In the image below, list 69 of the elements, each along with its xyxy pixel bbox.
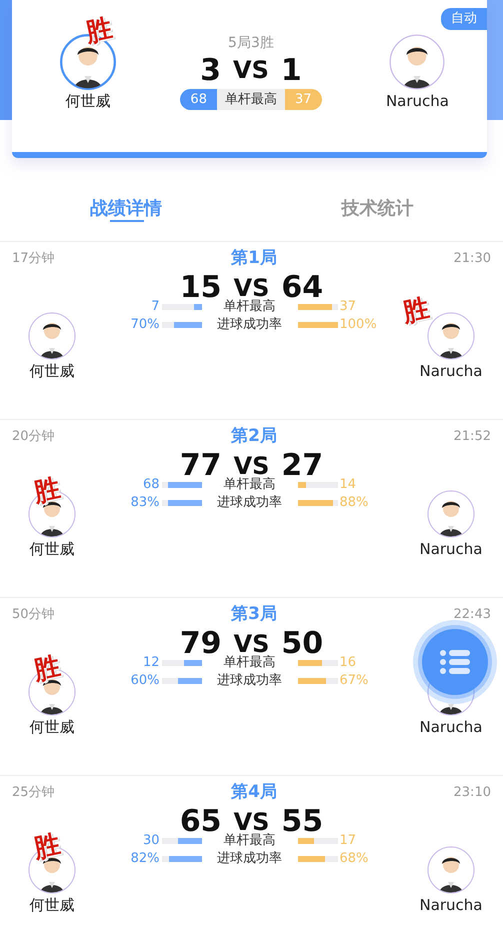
stat-value: 7 bbox=[150, 298, 160, 316]
game-title: 第2局 bbox=[231, 425, 277, 448]
score: 77 bbox=[180, 448, 222, 484]
player-name: 何世威 bbox=[66, 91, 110, 112]
score: 65 bbox=[180, 804, 222, 840]
best-break-value: 37 bbox=[284, 88, 322, 110]
best-break-value: 68 bbox=[180, 88, 217, 110]
stat-label: 进球成功率 bbox=[216, 850, 283, 868]
stat-label: 进球成功率 bbox=[216, 494, 283, 512]
game-title: 第4局 bbox=[231, 781, 277, 804]
match-format: 5局3胜 bbox=[228, 34, 274, 53]
game-time: 23:10 bbox=[454, 784, 491, 802]
stat-value: 68% bbox=[338, 850, 370, 868]
stat-value: 68 bbox=[142, 476, 160, 494]
stat-label: 单杆最高 bbox=[222, 654, 276, 672]
game-duration: 25分钟 bbox=[12, 784, 55, 802]
stat-value: 12 bbox=[142, 654, 160, 672]
player-name: 何世威 bbox=[30, 895, 74, 916]
win-label: 胜 bbox=[32, 476, 62, 506]
score: 55 bbox=[281, 804, 324, 840]
stat-value: 14 bbox=[338, 476, 358, 494]
stat-label: 单杆最高 bbox=[222, 832, 276, 850]
score: 15 bbox=[180, 270, 222, 306]
player-name: Narucha bbox=[419, 361, 483, 382]
win-label: 胜 bbox=[32, 654, 62, 684]
player-name: Narucha bbox=[419, 539, 483, 560]
auto-badge: 自动 bbox=[441, 8, 487, 30]
game-time: 21:52 bbox=[454, 428, 491, 446]
stat-value: 67% bbox=[338, 672, 370, 690]
stat-value: 37 bbox=[338, 298, 358, 316]
score: 64 bbox=[281, 270, 324, 306]
stat-value: 30 bbox=[142, 832, 160, 850]
win-label: 胜 bbox=[84, 16, 114, 46]
stat-label: 单杆最高 bbox=[222, 298, 276, 316]
stat-value: 100% bbox=[338, 316, 378, 334]
game-title: 第3局 bbox=[231, 603, 277, 626]
stat-value: 83% bbox=[130, 494, 160, 512]
player-name: Narucha bbox=[386, 91, 449, 112]
stat-value: 16 bbox=[338, 654, 358, 672]
stat-value: 82% bbox=[130, 850, 160, 868]
player-name: Narucha bbox=[419, 717, 483, 738]
win-label: 胜 bbox=[32, 832, 62, 862]
score: 50 bbox=[281, 626, 324, 662]
stat-label: 进球成功率 bbox=[216, 672, 283, 690]
stat-value: 17 bbox=[338, 832, 358, 850]
game-duration: 20分钟 bbox=[12, 428, 55, 446]
tab[interactable]: 技术统计 bbox=[341, 192, 414, 224]
stat-label: 单杆最高 bbox=[222, 476, 276, 494]
player-name: Narucha bbox=[419, 895, 483, 916]
tab[interactable]: 战绩详情 bbox=[90, 192, 162, 224]
stat-value: 60% bbox=[130, 672, 160, 690]
game-time: 22:43 bbox=[454, 606, 491, 624]
score: 3 bbox=[200, 54, 222, 88]
stat-label: 进球成功率 bbox=[216, 316, 283, 334]
player-name: 何世威 bbox=[30, 361, 74, 382]
score: 79 bbox=[180, 626, 222, 662]
stat-value: 88% bbox=[338, 494, 370, 512]
score: 1 bbox=[280, 54, 302, 88]
game-duration: 50分钟 bbox=[12, 606, 55, 624]
player-name: 何世威 bbox=[30, 539, 74, 560]
game-time: 21:30 bbox=[454, 250, 491, 268]
win-label: 胜 bbox=[400, 296, 432, 326]
best-break-label: 单杆最高 bbox=[216, 88, 285, 110]
stat-value: 70% bbox=[130, 316, 160, 334]
score: 27 bbox=[281, 448, 324, 484]
game-title: 第1局 bbox=[231, 247, 277, 270]
player-name: 何世威 bbox=[30, 717, 74, 738]
vs-label: VS bbox=[233, 57, 269, 86]
game-duration: 17分钟 bbox=[12, 250, 55, 268]
